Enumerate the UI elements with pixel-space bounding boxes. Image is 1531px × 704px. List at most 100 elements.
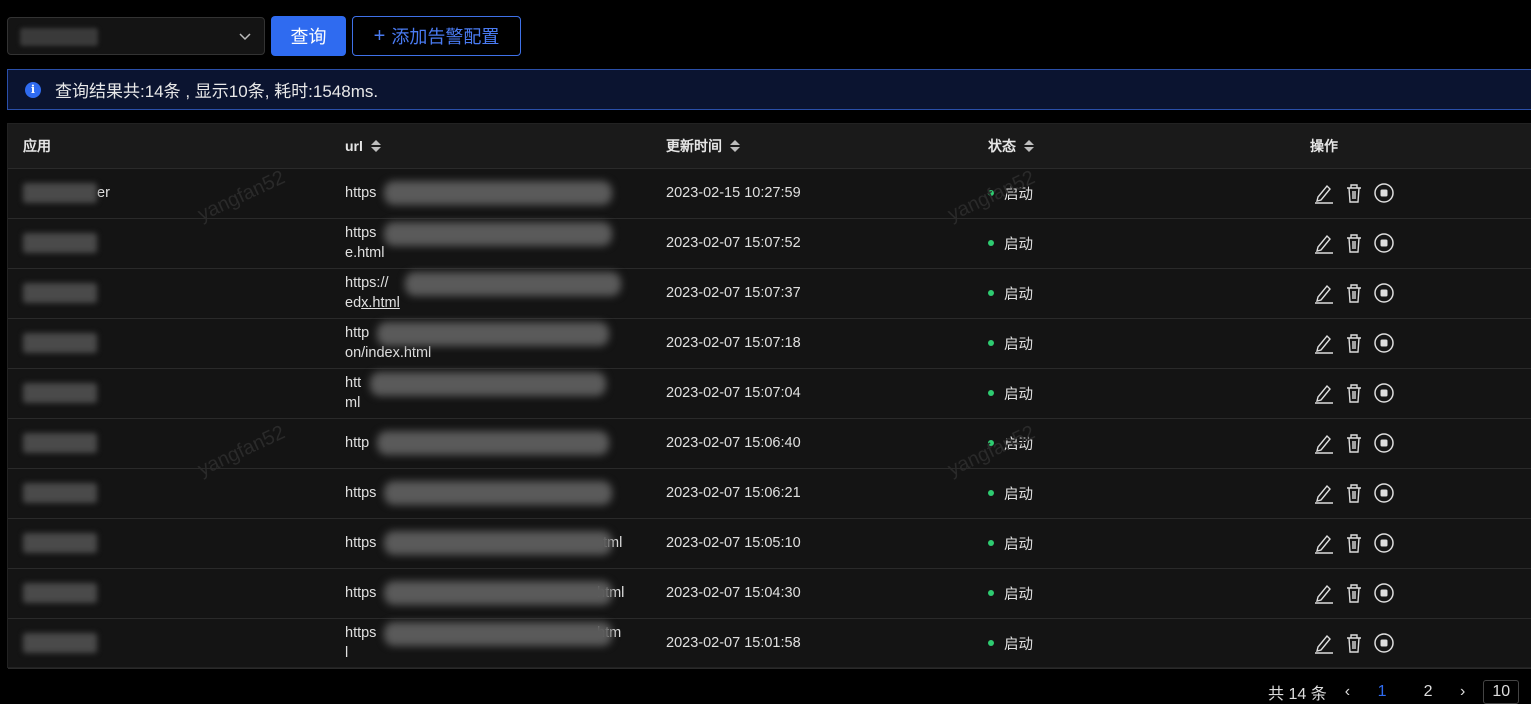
status-label: 启动 bbox=[1004, 386, 1033, 403]
app-cell bbox=[23, 568, 97, 618]
actions-cell bbox=[1313, 318, 1395, 368]
updated-time: 2023-02-07 15:05:10 bbox=[666, 535, 801, 551]
sort-icon[interactable] bbox=[730, 140, 740, 152]
updated-time: 2023-02-15 10:27:59 bbox=[666, 185, 801, 201]
app-cell bbox=[23, 518, 97, 568]
actions-cell bbox=[1313, 218, 1395, 268]
app-select[interactable] bbox=[7, 17, 265, 55]
delete-icon[interactable] bbox=[1343, 282, 1365, 304]
updated-time: 2023-02-07 15:07:52 bbox=[666, 235, 801, 251]
header-updated[interactable]: 更新时间 bbox=[666, 136, 740, 156]
delete-icon[interactable] bbox=[1343, 432, 1365, 454]
edit-icon[interactable] bbox=[1313, 532, 1335, 554]
stop-icon[interactable] bbox=[1373, 482, 1395, 504]
add-alert-config-button[interactable]: + 添加告警配置 bbox=[352, 16, 521, 56]
url-cell: https tml bbox=[345, 518, 635, 568]
actions-cell bbox=[1313, 368, 1395, 418]
delete-icon[interactable] bbox=[1343, 482, 1365, 504]
url-line-2: ml bbox=[345, 393, 635, 413]
updated-time: 2023-02-07 15:04:30 bbox=[666, 585, 801, 601]
header-actions-label: 操作 bbox=[1310, 138, 1338, 154]
header-url-label: url bbox=[345, 138, 363, 154]
actions-cell bbox=[1313, 268, 1395, 318]
app-cell bbox=[23, 368, 97, 418]
delete-icon[interactable] bbox=[1343, 582, 1365, 604]
status-label: 启动 bbox=[1004, 486, 1033, 503]
edit-icon[interactable] bbox=[1313, 432, 1335, 454]
updated-time: 2023-02-07 15:07:18 bbox=[666, 335, 801, 351]
table-header: 应用 url 更新时间 状态 操作 bbox=[8, 124, 1531, 169]
stop-icon[interactable] bbox=[1373, 332, 1395, 354]
query-button[interactable]: 查询 bbox=[271, 16, 346, 56]
table-row: https e.html 2023-02-07 15:07:52 启动 bbox=[8, 218, 1531, 269]
header-status[interactable]: 状态 bbox=[988, 136, 1034, 156]
delete-icon[interactable] bbox=[1343, 232, 1365, 254]
status-label: 启动 bbox=[1004, 236, 1033, 253]
actions-cell bbox=[1313, 518, 1395, 568]
table-row: httpshtml 2023-02-07 15:01:58 启动 bbox=[8, 618, 1531, 669]
sort-icon[interactable] bbox=[370, 140, 381, 152]
updated-time: 2023-02-07 15:06:40 bbox=[666, 435, 801, 451]
page-2[interactable]: 2 bbox=[1414, 683, 1442, 701]
header-app: 应用 bbox=[23, 136, 51, 156]
edit-icon[interactable] bbox=[1313, 182, 1335, 204]
edit-icon[interactable] bbox=[1313, 382, 1335, 404]
chevron-down-icon bbox=[239, 33, 251, 41]
app-cell bbox=[23, 318, 97, 368]
app-cell: er bbox=[23, 168, 110, 218]
url-cell: https bbox=[345, 468, 635, 518]
actions-cell bbox=[1313, 168, 1395, 218]
prev-icon[interactable]: ‹ bbox=[1345, 683, 1350, 701]
delete-icon[interactable] bbox=[1343, 182, 1365, 204]
app-name-redacted bbox=[23, 283, 97, 303]
delete-icon[interactable] bbox=[1343, 632, 1365, 654]
stop-icon[interactable] bbox=[1373, 432, 1395, 454]
url-redacted bbox=[377, 431, 609, 455]
app-cell bbox=[23, 468, 97, 518]
url-text: on/index.html bbox=[345, 345, 432, 361]
page-size-select[interactable]: 10 bbox=[1483, 680, 1520, 704]
url-text: https bbox=[345, 625, 377, 641]
header-url[interactable]: url bbox=[345, 138, 381, 154]
url-cell: http on/index.html bbox=[345, 318, 635, 368]
status-dot bbox=[988, 340, 994, 346]
edit-icon[interactable] bbox=[1313, 282, 1335, 304]
url-text: htt bbox=[345, 375, 362, 391]
actions-cell bbox=[1313, 568, 1395, 618]
page-1[interactable]: 1 bbox=[1368, 683, 1396, 701]
delete-icon[interactable] bbox=[1343, 332, 1365, 354]
stop-icon[interactable] bbox=[1373, 382, 1395, 404]
stop-icon[interactable] bbox=[1373, 632, 1395, 654]
next-icon[interactable]: › bbox=[1460, 683, 1465, 701]
edit-icon[interactable] bbox=[1313, 332, 1335, 354]
stop-icon[interactable] bbox=[1373, 232, 1395, 254]
app-name: er bbox=[97, 185, 110, 201]
pagination-total: 共 14 条 bbox=[1268, 686, 1327, 703]
app-name-redacted bbox=[23, 483, 97, 503]
toolbar: 查询 + 添加告警配置 bbox=[7, 16, 521, 56]
actions-cell bbox=[1313, 618, 1395, 668]
edit-icon[interactable] bbox=[1313, 482, 1335, 504]
url-text: https bbox=[345, 485, 377, 501]
url-text: https bbox=[345, 225, 377, 241]
alert-config-table: 应用 url 更新时间 状态 操作 er https 2023-02-15 10:2… bbox=[7, 123, 1531, 669]
url-redacted bbox=[370, 372, 606, 396]
stop-icon[interactable] bbox=[1373, 582, 1395, 604]
status-label: 启动 bbox=[1004, 286, 1033, 303]
status-cell: 启动 bbox=[988, 618, 1033, 668]
delete-icon[interactable] bbox=[1343, 532, 1365, 554]
url-redacted bbox=[384, 222, 612, 246]
table-row: https tml 2023-02-07 15:05:10 启动 bbox=[8, 518, 1531, 569]
stop-icon[interactable] bbox=[1373, 532, 1395, 554]
edit-icon[interactable] bbox=[1313, 632, 1335, 654]
result-info-message: 查询结果共:14条 , 显示10条, 耗时:1548ms. bbox=[55, 82, 379, 101]
stop-icon[interactable] bbox=[1373, 182, 1395, 204]
sort-icon[interactable] bbox=[1024, 140, 1034, 152]
url-redacted bbox=[384, 581, 612, 605]
pagination: 共 14 条 ‹ 1 2 › 10 bbox=[1268, 680, 1520, 704]
stop-icon[interactable] bbox=[1373, 282, 1395, 304]
status-dot bbox=[988, 640, 994, 646]
edit-icon[interactable] bbox=[1313, 582, 1335, 604]
delete-icon[interactable] bbox=[1343, 382, 1365, 404]
edit-icon[interactable] bbox=[1313, 232, 1335, 254]
